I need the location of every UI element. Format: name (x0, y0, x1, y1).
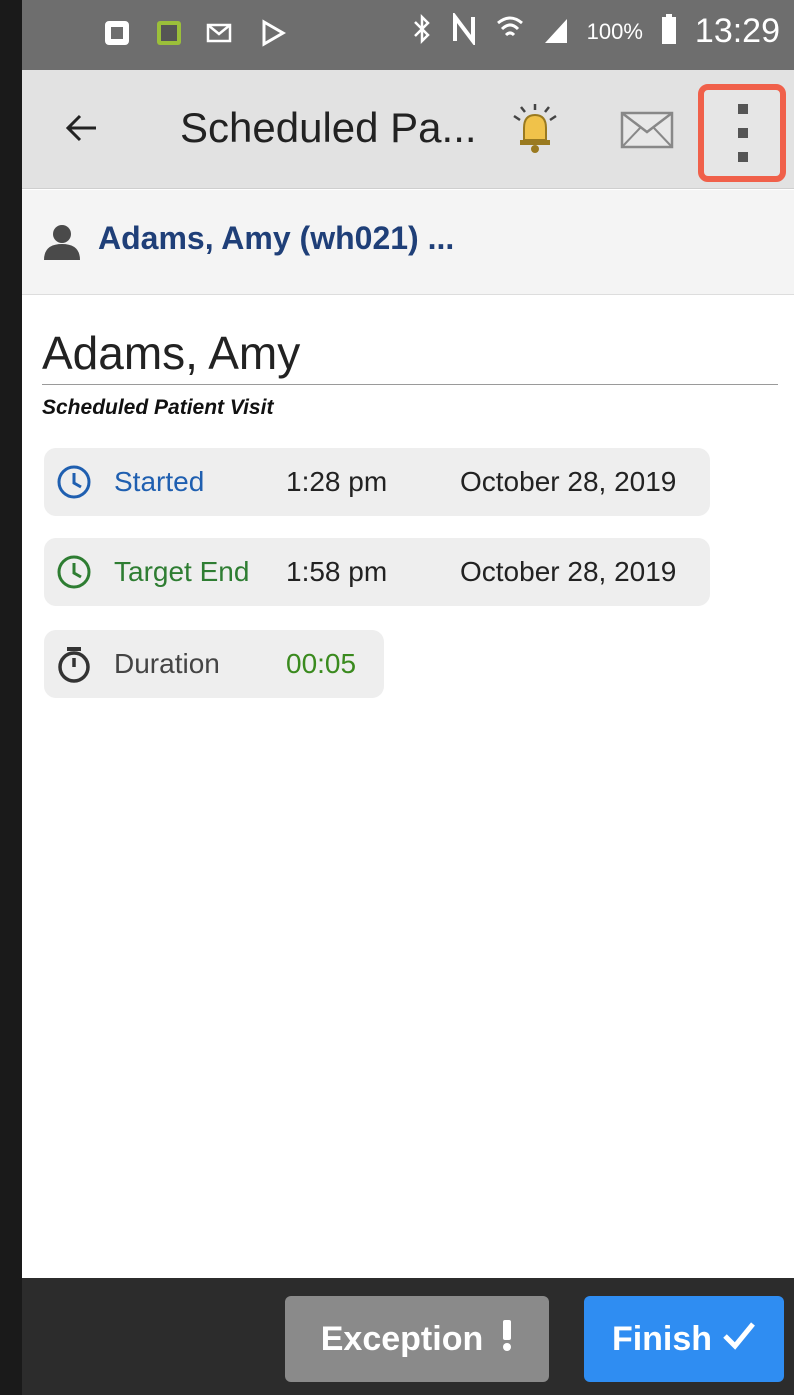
started-row: Started 1:28 pm October 28, 2019 (44, 448, 710, 516)
checkmark-icon (722, 1320, 756, 1359)
clock: 13:29 (694, 12, 780, 50)
exception-label: Exception (320, 1319, 484, 1358)
clock-icon (56, 554, 92, 590)
clock-icon (56, 464, 92, 500)
stopwatch-icon (56, 646, 92, 683)
battery-icon (661, 13, 677, 50)
more-dot (738, 128, 748, 138)
status-bar: 100% 13:29 (22, 0, 794, 70)
battery-percent: 100% (586, 18, 643, 44)
bottom-action-bar: Exception Finish (22, 1278, 794, 1395)
more-dot (738, 104, 748, 114)
divider (42, 384, 778, 385)
duration-value: 00:05 (286, 648, 357, 679)
phone-screen: 100% 13:29 Scheduled Pa... Adams, Amy (w… (22, 0, 794, 1395)
patient-bar-label: Adams, Amy (wh021) ... (98, 220, 455, 256)
nfc-icon (451, 11, 477, 50)
page-title: Scheduled Pa... (180, 104, 477, 151)
duration-row: Duration 00:05 (44, 630, 384, 698)
patient-name: Adams, Amy (42, 327, 301, 379)
mail-icon[interactable] (620, 110, 676, 150)
started-date: October 28, 2019 (460, 466, 677, 497)
target-end-row: Target End 1:58 pm October 28, 2019 (44, 538, 710, 606)
target-end-label: Target End (114, 556, 250, 587)
started-label: Started (114, 466, 205, 497)
more-dot (738, 152, 748, 162)
signal-icon (543, 13, 569, 50)
target-end-time: 1:58 pm (286, 556, 388, 587)
visit-type: Scheduled Patient Visit (42, 396, 274, 419)
back-arrow-icon[interactable] (62, 108, 102, 148)
bluetooth-icon (411, 13, 433, 50)
duration-label: Duration (114, 648, 220, 679)
target-end-date: October 28, 2019 (460, 556, 677, 587)
wifi-icon (495, 13, 525, 50)
app-bar: Scheduled Pa... (22, 70, 794, 189)
exclamation-icon (501, 1318, 513, 1361)
notification-image-icon (154, 18, 184, 48)
more-vert-icon[interactable] (698, 84, 786, 182)
patient-bar[interactable]: Adams, Amy (wh021) ... (22, 190, 794, 295)
email-notification-icon (206, 18, 236, 48)
notification-icons (102, 18, 288, 48)
system-icons: 100% 13:29 (411, 11, 780, 51)
finish-button[interactable]: Finish (584, 1296, 784, 1382)
notification-app-icon (102, 18, 132, 48)
exception-button[interactable]: Exception (285, 1296, 549, 1382)
person-icon (42, 224, 82, 260)
started-time: 1:28 pm (286, 466, 388, 497)
finish-label: Finish (611, 1319, 713, 1358)
play-store-icon (258, 18, 288, 48)
alarm-bell-icon[interactable] (508, 102, 562, 156)
